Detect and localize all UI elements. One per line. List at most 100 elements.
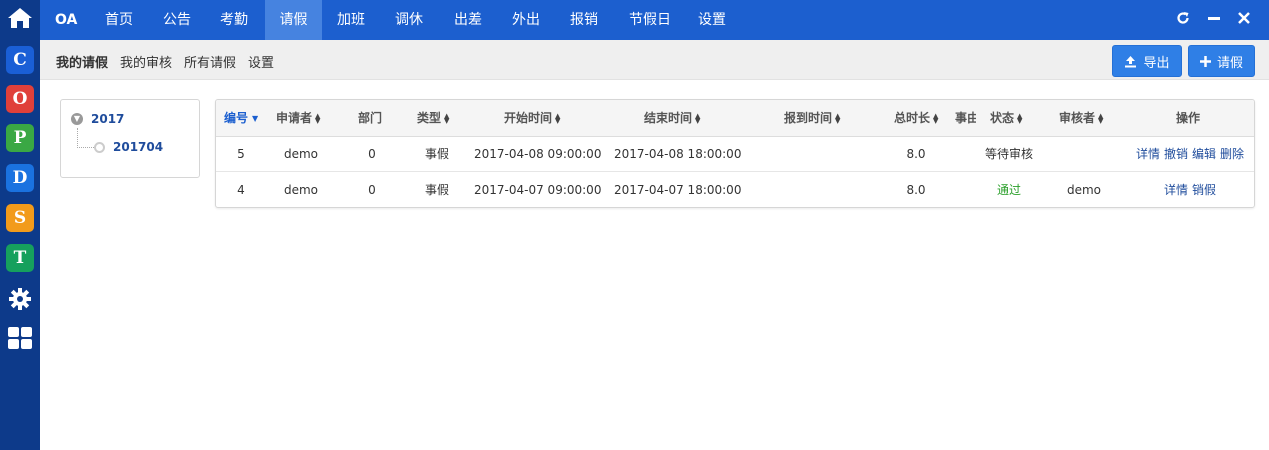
col-header-end[interactable]: 结束时间 ▲ ▼ [644,100,703,137]
cell-start: 2017-04-08 09:00:00 [474,147,602,161]
top-nav: OA 首页 公告 考勤 请假 加班 调休 出差 外出 报销 节假日 设置 [40,0,1269,40]
nav-item-compensatory[interactable]: 调休 [385,0,433,40]
tree-year-label: 2017 [91,112,125,126]
col-header-report[interactable]: 报到时间 ▲ ▼ [784,100,843,137]
refresh-icon[interactable] [1174,11,1192,29]
close-icon[interactable] [1235,11,1253,29]
minimize-icon[interactable] [1205,11,1223,29]
subnav-all-leave[interactable]: 所有请假 [184,52,236,71]
app-d-icon[interactable]: D [6,164,34,192]
cell-reason [955,137,976,172]
col-header-status[interactable]: 状态 ▲ ▼ [990,100,1025,137]
app-c-icon[interactable]: C [6,46,34,74]
tree-month-label: 201704 [113,140,164,154]
chevron-down-icon[interactable]: ▼ [71,113,83,125]
cell-actions: 详情 撤销 编辑 删除 [1128,137,1252,172]
cell-dept: 0 [368,183,376,197]
cell-type: 事假 [424,183,449,197]
cell-id: 5 [237,147,245,161]
new-leave-label: 请假 [1216,55,1243,71]
home-icon[interactable] [6,4,34,32]
app-p-icon[interactable]: P [6,124,34,152]
cancel-leave-link[interactable]: 销假 [1192,183,1216,197]
subnav-my-leave[interactable]: 我的请假 [56,52,108,71]
app-t-icon[interactable]: T [6,244,34,272]
tree-node-month[interactable]: 201704 [94,140,163,154]
app-s-icon[interactable]: S [6,204,34,232]
cell-type: 事假 [424,147,449,161]
col-header-reviewer[interactable]: 审核者 ▲ ▼ [1059,100,1106,137]
nav-item-overtime[interactable]: 加班 [327,0,375,40]
detail-link[interactable]: 详情 [1164,183,1188,197]
col-header-start[interactable]: 开始时间 ▲ ▼ [504,100,563,137]
col-header-applicant[interactable]: 申请者 ▲ ▼ [276,100,323,137]
nav-item-business-trip[interactable]: 出差 [444,0,492,40]
sort-icon: ▲ ▼ [315,111,321,125]
sort-icon: ▲ ▼ [695,111,701,125]
gear-icon[interactable] [6,285,34,313]
cell-reviewer: demo [1066,183,1102,197]
cell-reason [955,173,976,207]
plus-icon [1199,55,1211,67]
app-o-icon[interactable]: O [6,85,34,113]
nav-item-reimburse[interactable]: 报销 [560,0,608,40]
sort-icon: ▲ ▼ [835,111,841,125]
col-header-actions: 操作 [1176,111,1201,125]
delete-link[interactable]: 删除 [1220,147,1244,161]
export-button[interactable]: 导出 [1112,45,1182,77]
nav-item-home[interactable]: 首页 [95,0,143,40]
app-sidebar: C O P D S T [0,0,40,450]
table-row: 5 demo 0 事假 2017-04-08 09:00:00 2017-04-… [216,137,1254,172]
revoke-link[interactable]: 撤销 [1164,147,1188,161]
cell-duration: 8.0 [906,147,926,161]
nav-item-settings[interactable]: 设置 [688,0,736,40]
edit-link[interactable]: 编辑 [1192,147,1216,161]
cell-end: 2017-04-07 18:00:00 [614,183,742,197]
node-circle-icon [94,141,105,153]
sort-icon: ▲ ▼ [1017,111,1023,125]
upload-icon [1125,55,1137,67]
col-header-duration[interactable]: 总时长 ▲ ▼ [894,100,941,137]
grid-icon[interactable] [6,324,34,352]
cell-dept: 0 [368,147,376,161]
cell-status: 通过 [996,183,1021,197]
nav-item-outing[interactable]: 外出 [502,0,550,40]
cell-reviewer [1056,137,1112,172]
nav-item-leave[interactable]: 请假 [265,0,322,40]
sort-icon: ▲ ▼ [444,111,450,125]
sort-icon: ▲ ▼ [933,111,939,125]
col-header-type[interactable]: 类型 ▲ ▼ [417,100,452,137]
tree-connector [77,147,94,148]
tree-node-year[interactable]: ▼ 2017 [71,112,124,126]
cell-status: 等待审核 [984,147,1033,161]
date-tree: ▼ 2017 201704 [60,99,200,178]
cell-start: 2017-04-07 09:00:00 [474,183,602,197]
sort-icon: ▲ ▼ [1098,111,1104,125]
nav-item-holiday[interactable]: 节假日 [620,0,680,40]
new-leave-button[interactable]: 请假 [1188,45,1255,77]
subnav-my-review[interactable]: 我的审核 [120,52,172,71]
cell-actions: 详情 销假 [1128,173,1252,207]
sort-icon: ▲ ▼ [555,111,561,125]
subnav-settings[interactable]: 设置 [248,52,274,71]
cell-end: 2017-04-08 18:00:00 [614,147,742,161]
col-header-dept: 部门 [358,111,383,125]
leave-table: 编号 ▼ 申请者 ▲ ▼ 部门 类型 ▲ ▼ 开始时间 ▲ ▼ 结束时间 ▲ ▼ 报到时间 ▲ ▼ 总… [215,99,1255,208]
col-header-id[interactable]: 编号 ▼ [224,100,258,137]
table-header: 编号 ▼ 申请者 ▲ ▼ 部门 类型 ▲ ▼ 开始时间 ▲ ▼ 结束时间 ▲ ▼ 报到时间 ▲ ▼ 总… [216,100,1254,137]
table-row: 4 demo 0 事假 2017-04-07 09:00:00 2017-04-… [216,173,1254,207]
sort-desc-icon: ▼ [252,114,259,123]
tree-connector [77,128,78,148]
cell-report [776,173,856,207]
cell-report [776,137,856,172]
detail-link[interactable]: 详情 [1136,147,1160,161]
nav-item-attendance[interactable]: 考勤 [210,0,258,40]
cell-applicant: demo [283,183,319,197]
export-label: 导出 [1143,55,1170,71]
cell-duration: 8.0 [906,183,926,197]
sub-nav: 我的请假 我的审核 所有请假 设置 导出 请假 [40,40,1269,80]
col-header-reason: 事由 [955,111,976,125]
brand-logo[interactable]: OA [55,0,77,40]
cell-applicant: demo [283,147,319,161]
nav-item-notice[interactable]: 公告 [153,0,201,40]
